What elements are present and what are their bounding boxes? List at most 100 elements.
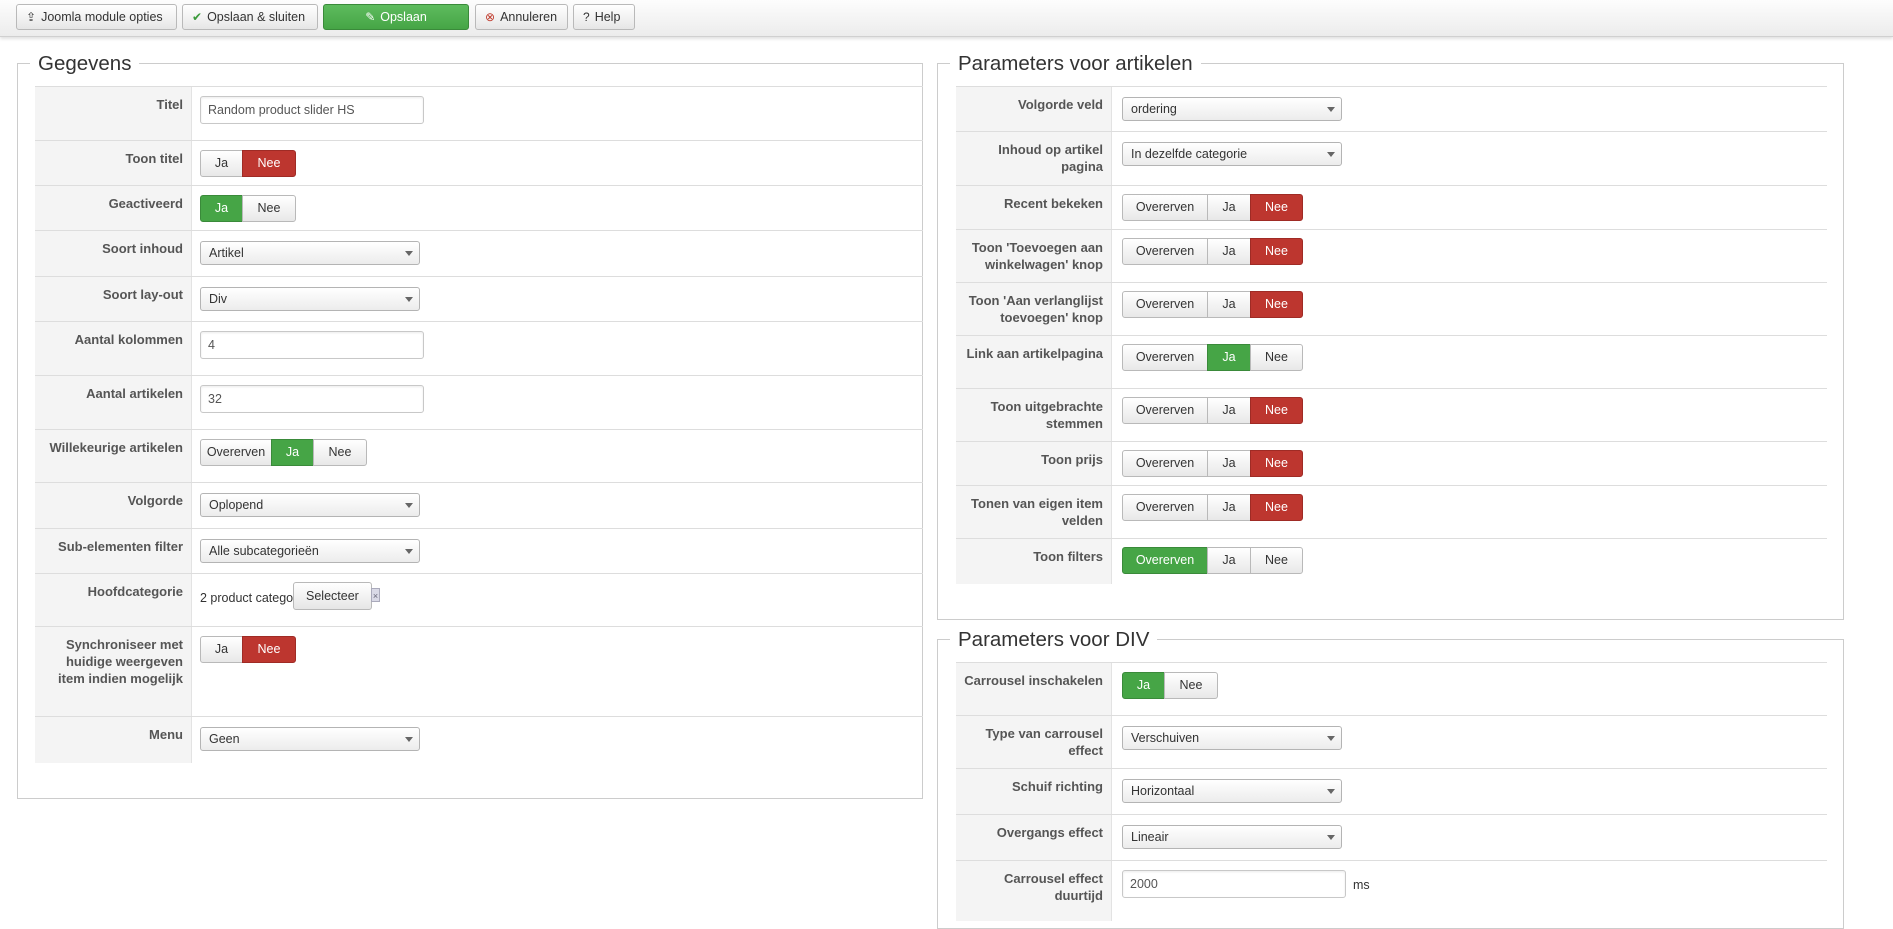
price-yes[interactable]: Ja — [1207, 450, 1251, 477]
title-input[interactable]: Random product slider HS — [200, 96, 424, 124]
link-toggle: Overerven Ja Nee — [1122, 344, 1303, 371]
layout-type-select[interactable]: Div — [200, 287, 420, 311]
sync-toggle: Ja Nee — [200, 636, 296, 663]
link-yes[interactable]: Ja — [1207, 344, 1251, 371]
transition-label: Overgangs effect — [956, 815, 1112, 861]
activated-label: Geactiveerd — [35, 186, 192, 231]
filters-label: Toon filters — [956, 539, 1112, 584]
select-category-button[interactable]: Selecteer — [293, 582, 372, 610]
filters-no[interactable]: Nee — [1250, 547, 1303, 574]
row-recent: Recent bekeken Overerven Ja Nee — [956, 185, 1827, 230]
duration-input[interactable]: 2000 — [1122, 870, 1346, 898]
random-yes[interactable]: Ja — [271, 439, 314, 466]
subfilter-select[interactable]: Alle subcategorieën — [200, 539, 420, 563]
content-type-select[interactable]: Artikel — [200, 241, 420, 265]
chevron-down-icon — [405, 503, 413, 508]
row-direction: Schuif richting Horizontaal — [956, 768, 1827, 815]
price-toggle: Overerven Ja Nee — [1122, 450, 1303, 477]
price-no[interactable]: Nee — [1250, 450, 1303, 477]
show-title-yes[interactable]: Ja — [200, 150, 243, 177]
ownfields-label: Tonen van eigen item velden — [956, 486, 1112, 539]
votes-inherit[interactable]: Overerven — [1122, 397, 1208, 424]
random-inherit[interactable]: Overerven — [200, 439, 272, 466]
row-content-type: Soort inhoud Artikel — [35, 230, 923, 277]
link-no[interactable]: Nee — [1250, 344, 1303, 371]
menu-select[interactable]: Geen — [200, 727, 420, 751]
ownfields-inherit[interactable]: Overerven — [1122, 494, 1208, 521]
article-params-legend: Parameters voor artikelen — [950, 52, 1201, 76]
check-icon: ✔ — [192, 10, 203, 24]
order-select[interactable]: Oplopend — [200, 493, 420, 517]
recent-yes[interactable]: Ja — [1207, 194, 1251, 221]
columns-label: Aantal kolommen — [35, 322, 192, 376]
cart-no[interactable]: Nee — [1250, 238, 1303, 265]
module-options-button[interactable]: ⇪ Joomla module opties — [16, 4, 177, 30]
order-field-label: Volgorde veld — [956, 87, 1112, 132]
articles-input[interactable]: 32 — [200, 385, 424, 413]
cart-yes[interactable]: Ja — [1207, 238, 1251, 265]
save-button[interactable]: ✎ Opslaan — [323, 4, 469, 30]
filters-yes[interactable]: Ja — [1207, 547, 1251, 574]
votes-yes[interactable]: Ja — [1207, 397, 1251, 424]
recent-inherit[interactable]: Overerven — [1122, 194, 1208, 221]
subfilter-label: Sub-elementen filter — [35, 529, 192, 574]
transition-select[interactable]: Lineair — [1122, 825, 1342, 849]
sync-no[interactable]: Nee — [242, 636, 296, 663]
wishlist-inherit[interactable]: Overerven — [1122, 291, 1208, 318]
ownfields-no[interactable]: Nee — [1250, 494, 1303, 521]
ownfields-yes[interactable]: Ja — [1207, 494, 1251, 521]
cart-inherit[interactable]: Overerven — [1122, 238, 1208, 265]
effect-type-label: Type van carrousel effect — [956, 716, 1112, 769]
save-close-button[interactable]: ✔ Opslaan & sluiten — [182, 4, 318, 30]
row-columns: Aantal kolommen 4 — [35, 321, 923, 376]
question-icon: ? — [583, 10, 590, 24]
show-title-no[interactable]: Nee — [242, 150, 296, 177]
carousel-no[interactable]: Nee — [1164, 672, 1218, 699]
chevron-down-icon — [1327, 107, 1335, 112]
wishlist-yes[interactable]: Ja — [1207, 291, 1251, 318]
activated-no[interactable]: Nee — [242, 195, 296, 222]
votes-toggle: Overerven Ja Nee — [1122, 397, 1303, 424]
details-fieldset: Gegevens Titel Random product slider HS … — [17, 52, 923, 799]
articles-label: Aantal artikelen — [35, 376, 192, 430]
effect-type-select[interactable]: Verschuiven — [1122, 726, 1342, 750]
row-show-title: Toon titel Ja Nee — [35, 140, 923, 186]
cart-toggle: Overerven Ja Nee — [1122, 238, 1303, 265]
columns-input[interactable]: 4 — [200, 331, 424, 359]
row-duration: Carrousel effect duurtijd 2000 ms — [956, 860, 1827, 921]
cancel-button[interactable]: ⊗ Annuleren — [475, 4, 568, 30]
content-page-select[interactable]: In dezelfde categorie — [1122, 142, 1342, 166]
help-button[interactable]: ? Help — [573, 4, 635, 30]
row-title: Titel Random product slider HS — [35, 86, 923, 141]
random-no[interactable]: Nee — [313, 439, 367, 466]
wishlist-toggle: Overerven Ja Nee — [1122, 291, 1303, 318]
random-toggle: Overerven Ja Nee — [200, 439, 367, 466]
row-menu: Menu Geen — [35, 716, 923, 763]
carousel-yes[interactable]: Ja — [1122, 672, 1165, 699]
wishlist-no[interactable]: Nee — [1250, 291, 1303, 318]
maincat-label: Hoofdcategorie — [35, 574, 192, 627]
chevron-down-icon — [405, 251, 413, 256]
row-transition: Overgangs effect Lineair — [956, 814, 1827, 861]
row-carousel: Carrousel inschakelen Ja Nee — [956, 662, 1827, 716]
direction-select[interactable]: Horizontaal — [1122, 779, 1342, 803]
row-cart: Toon 'Toevoegen aan winkelwagen' knop Ov… — [956, 229, 1827, 283]
content-page-label: Inhoud op artikel pagina — [956, 132, 1112, 186]
order-field-select[interactable]: ordering — [1122, 97, 1342, 121]
clear-icon[interactable]: × — [371, 588, 380, 602]
recent-no[interactable]: Nee — [1250, 194, 1303, 221]
chevron-down-icon — [405, 297, 413, 302]
price-inherit[interactable]: Overerven — [1122, 450, 1208, 477]
row-subfilter: Sub-elementen filter Alle subcategorieën — [35, 528, 923, 574]
votes-no[interactable]: Nee — [1250, 397, 1303, 424]
layout-type-label: Soort lay-out — [35, 277, 192, 322]
row-layout-type: Soort lay-out Div — [35, 276, 923, 322]
activated-yes[interactable]: Ja — [200, 195, 243, 222]
carousel-label: Carrousel inschakelen — [956, 663, 1112, 716]
cancel-circle-icon: ⊗ — [485, 10, 496, 24]
link-inherit[interactable]: Overerven — [1122, 344, 1208, 371]
sync-yes[interactable]: Ja — [200, 636, 243, 663]
filters-inherit[interactable]: Overerven — [1122, 547, 1208, 574]
upload-icon: ⇪ — [26, 10, 37, 24]
row-effect-type: Type van carrousel effect Verschuiven — [956, 715, 1827, 769]
